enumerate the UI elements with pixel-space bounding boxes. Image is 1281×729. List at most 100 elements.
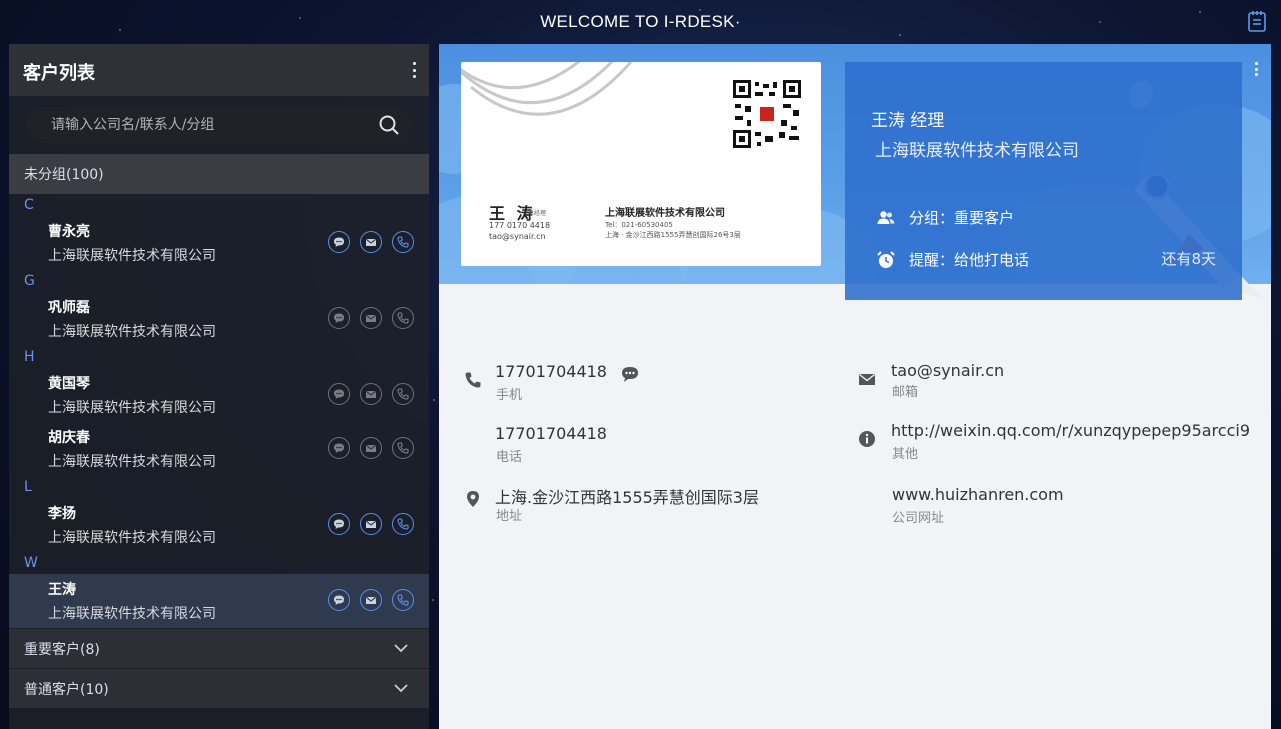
email-value[interactable]: tao@synair.cn bbox=[891, 361, 1004, 380]
message-icon bbox=[334, 519, 344, 529]
email-label: 邮箱 bbox=[892, 385, 919, 400]
contact-list-item[interactable]: 李扬上海联展软件技术有限公司 bbox=[9, 498, 429, 552]
contact-actions bbox=[328, 437, 414, 459]
email-button[interactable] bbox=[360, 231, 382, 253]
group-important[interactable]: 重要客户(8) bbox=[9, 628, 429, 668]
call-button[interactable] bbox=[392, 307, 414, 329]
message-button[interactable] bbox=[328, 231, 350, 253]
group-row: 分组：重要客户 bbox=[877, 207, 1014, 228]
contact-summary-box: 王涛 经理 上海联展软件技术有限公司 分组：重要客户 提醒：给他打电话 还有8天 bbox=[845, 62, 1242, 300]
message-button[interactable] bbox=[328, 383, 350, 405]
call-icon bbox=[397, 312, 409, 324]
contact-actions bbox=[328, 513, 414, 535]
call-button[interactable] bbox=[392, 589, 414, 611]
contact-list: C 曹永亮 上海联展软件技术有限公司 G 巩师磊 上海联展软件技术有限公司 H 黄国琴 上海联展… bbox=[9, 194, 429, 628]
index-letter: H bbox=[24, 349, 35, 365]
contact-list-item[interactable]: 黄国琴 上海联展软件技术有限公司 bbox=[9, 368, 429, 422]
card-title: 总经理 bbox=[528, 210, 547, 217]
contact-company: 上海联展软件技术有限公司 bbox=[48, 606, 216, 622]
call-icon bbox=[397, 442, 409, 454]
message-icon bbox=[334, 389, 344, 399]
contact-list-item[interactable]: 王涛 上海联展软件技术有限公司 bbox=[9, 574, 429, 628]
message-button[interactable] bbox=[328, 589, 350, 611]
reminder-row: 提醒：给他打电话 bbox=[877, 249, 1029, 270]
card-swirl-decoration bbox=[461, 62, 633, 116]
search-icon[interactable] bbox=[378, 114, 400, 136]
business-card[interactable]: 王 涛 总经理 177 0170 4418 tao@synair.cn 上海联展… bbox=[461, 62, 821, 266]
index-letter: L bbox=[24, 479, 32, 495]
contact-name-title: 王涛 经理 bbox=[871, 111, 945, 131]
group-label: 未分组(100) bbox=[24, 167, 104, 183]
group-label: 重要客户(8) bbox=[24, 641, 100, 658]
customer-list-header: 客户列表 bbox=[9, 44, 429, 96]
contact-company: 上海联展软件技术有限公司 bbox=[875, 141, 1079, 161]
card-tel: Tel：021-60530405 bbox=[605, 221, 673, 229]
address-value[interactable]: 上海.金沙江西路1555弄慧创国际3层 bbox=[495, 484, 759, 508]
reminder-text: 提醒：给他打电话 bbox=[909, 251, 1030, 269]
call-icon bbox=[397, 236, 409, 248]
card-company: 上海联展软件技术有限公司 bbox=[605, 208, 725, 219]
call-button[interactable] bbox=[392, 231, 414, 253]
more-menu-icon[interactable] bbox=[1255, 62, 1259, 76]
app-title: WELCOME TO I-RDESK· bbox=[540, 12, 741, 31]
chevron-down-icon bbox=[394, 644, 408, 653]
contact-list-item[interactable]: 曹永亮 上海联展软件技术有限公司 bbox=[9, 216, 429, 270]
group-normal[interactable]: 普通客户(10) bbox=[9, 668, 429, 708]
message-icon bbox=[334, 313, 344, 323]
website-value[interactable]: www.huizhanren.com bbox=[892, 485, 1064, 504]
alarm-clock-icon bbox=[877, 250, 895, 268]
phone-value[interactable]: 17701704418 bbox=[495, 424, 607, 443]
email-button[interactable] bbox=[360, 513, 382, 535]
contact-name: 曹永亮 bbox=[48, 224, 90, 240]
website-label: 公司网址 bbox=[892, 511, 945, 526]
contact-actions bbox=[328, 307, 414, 329]
more-menu-icon[interactable] bbox=[411, 62, 417, 78]
contact-list-item[interactable]: 巩师磊 上海联展软件技术有限公司 bbox=[9, 292, 429, 346]
address-label: 地址 bbox=[496, 509, 523, 524]
contact-name: 胡庆春 bbox=[48, 430, 90, 446]
card-phone: 177 0170 4418 bbox=[489, 221, 551, 230]
contact-name: 李扬 bbox=[48, 506, 76, 522]
email-icon bbox=[365, 444, 377, 452]
other-value[interactable]: http://weixin.qq.com/r/xunzqypepep95arcc… bbox=[891, 421, 1250, 440]
email-button[interactable] bbox=[360, 307, 382, 329]
message-icon bbox=[334, 443, 344, 453]
call-button[interactable] bbox=[392, 383, 414, 405]
customer-list-title: 客户列表 bbox=[23, 63, 95, 84]
call-button[interactable] bbox=[392, 513, 414, 535]
info-icon bbox=[859, 431, 875, 447]
top-bar: WELCOME TO I-RDESK· bbox=[0, 0, 1281, 44]
contact-company: 上海联展软件技术有限公司 bbox=[48, 454, 216, 470]
call-icon bbox=[397, 594, 409, 606]
call-button[interactable] bbox=[392, 437, 414, 459]
phone-icon bbox=[465, 372, 481, 388]
notepad-icon[interactable] bbox=[1247, 10, 1267, 32]
message-button[interactable] bbox=[328, 513, 350, 535]
message-icon bbox=[334, 237, 344, 247]
message-button[interactable] bbox=[328, 307, 350, 329]
group-text: 分组：重要客户 bbox=[909, 209, 1015, 227]
contact-name: 巩师磊 bbox=[48, 300, 90, 316]
search-input[interactable] bbox=[51, 107, 361, 143]
index-letter: C bbox=[24, 197, 34, 213]
search-bar bbox=[9, 96, 429, 154]
group-ungrouped[interactable]: 未分组(100) bbox=[9, 154, 429, 194]
email-button[interactable] bbox=[360, 383, 382, 405]
email-button[interactable] bbox=[360, 589, 382, 611]
email-icon bbox=[365, 238, 377, 246]
email-icon bbox=[365, 596, 377, 604]
index-letter: W bbox=[24, 555, 38, 571]
sms-icon[interactable] bbox=[621, 365, 639, 383]
reminder-countdown: 还有8天 bbox=[1161, 250, 1216, 268]
mobile-value[interactable]: 17701704418 bbox=[495, 362, 607, 381]
chevron-down-icon bbox=[394, 684, 408, 693]
email-button[interactable] bbox=[360, 437, 382, 459]
email-icon bbox=[365, 520, 377, 528]
mail-icon bbox=[859, 373, 875, 385]
contact-actions bbox=[328, 589, 414, 611]
mobile-label: 手机 bbox=[496, 388, 523, 403]
message-button[interactable] bbox=[328, 437, 350, 459]
qr-code-image bbox=[733, 80, 801, 148]
contact-list-item[interactable]: 胡庆春上海联展软件技术有限公司 bbox=[9, 422, 429, 476]
contact-company: 上海联展软件技术有限公司 bbox=[48, 530, 216, 546]
